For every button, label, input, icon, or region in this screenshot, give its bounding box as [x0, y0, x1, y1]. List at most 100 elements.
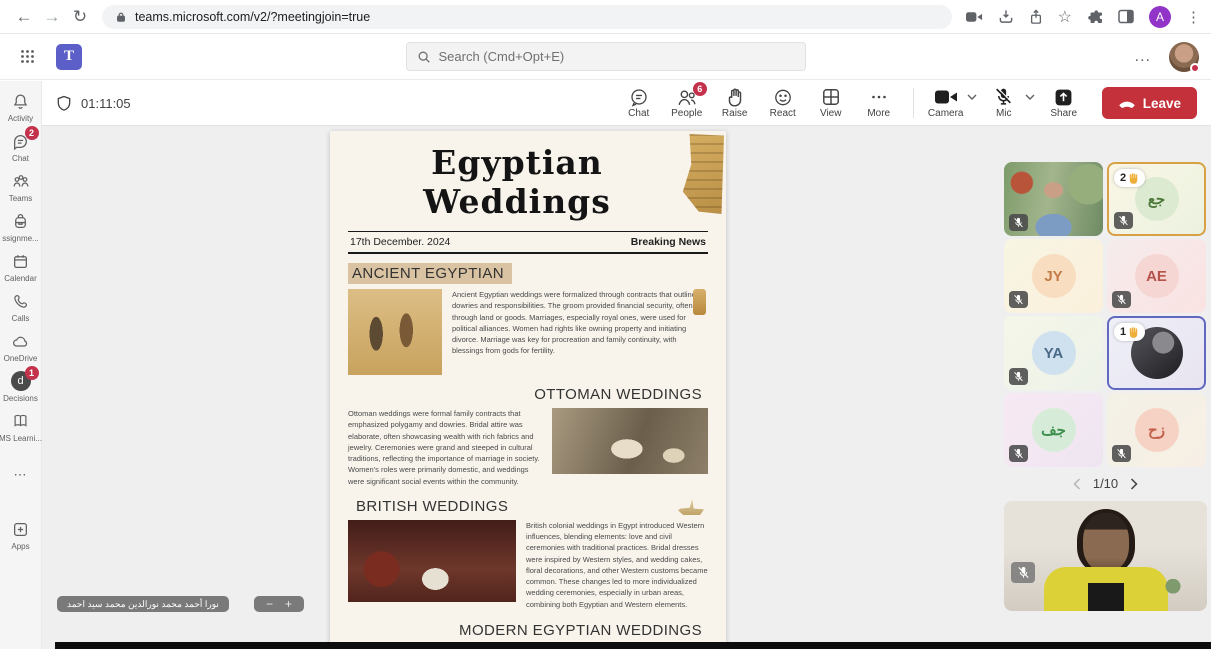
raised-hand-badge: 1 [1114, 323, 1145, 341]
mic-muted-badge [1112, 291, 1131, 308]
address-bar[interactable]: teams.microsoft.com/v2/?meetingjoin=true [102, 5, 952, 29]
browser-reload-button[interactable]: ↻ [66, 3, 94, 31]
view-button[interactable]: View [807, 87, 855, 119]
people-button[interactable]: 6 People [663, 87, 711, 119]
sidebar-item-decisions[interactable]: d 1 Decisions [0, 371, 42, 403]
pager-prev-icon[interactable] [1073, 478, 1081, 490]
sidebar-item-apps[interactable]: Apps [0, 519, 42, 551]
timer-text: 01:11:05 [81, 96, 131, 111]
participant-initials: AE [1135, 254, 1179, 298]
sidebar-item-chat[interactable]: 2 Chat [0, 131, 42, 163]
camera-icon [933, 87, 959, 107]
sidebar-item-calls[interactable]: Calls [0, 291, 42, 323]
lock-icon [115, 10, 127, 24]
shared-presentation: Egyptian Weddings 17th December. 2024 Br… [330, 131, 726, 644]
camera-options-chevron[interactable] [964, 83, 980, 111]
participant-tile-avatar[interactable]: 2 جع [1107, 162, 1206, 236]
app-sidebar: Activity 2 Chat Teams [0, 81, 42, 649]
side-panel-icon[interactable] [1118, 9, 1134, 24]
ancient-egyptian-text: Ancient Egyptian weddings were formalize… [452, 289, 708, 375]
mic-muted-icon [994, 87, 1014, 107]
pager-next-icon[interactable] [1130, 478, 1138, 490]
browser-toolbar: ← → ↻ teams.microsoft.com/v2/?meetingjoi… [0, 0, 1211, 34]
smiley-icon [773, 87, 793, 107]
camera-button[interactable]: Camera [924, 87, 968, 119]
bookmark-star-icon[interactable]: ☆ [1058, 7, 1072, 27]
spotlight-video-tile[interactable] [1004, 501, 1207, 611]
participant-initials: JY [1032, 254, 1076, 298]
participant-initials: YA [1032, 331, 1076, 375]
url-text: teams.microsoft.com/v2/?meetingjoin=true [135, 10, 370, 24]
zoom-out-button[interactable]: − [266, 598, 273, 610]
chat-icon [629, 87, 649, 107]
cloud-icon [11, 331, 31, 351]
leave-button[interactable]: Leave [1102, 87, 1197, 119]
sidebar-item-assignments[interactable]: ssignme... [0, 211, 42, 243]
sidebar-item-activity[interactable]: Activity [0, 91, 42, 123]
ottoman-text: Ottoman weddings were formal family cont… [348, 408, 542, 487]
participant-tile-video[interactable] [1004, 162, 1103, 236]
decisions-icon: d 1 [11, 371, 31, 391]
share-screen-icon [1054, 87, 1074, 107]
presenter-name-label: نورا أحمد محمد نورالدين محمد سيد احمد [57, 596, 229, 612]
chat-bubble-icon: 2 [11, 131, 31, 151]
sidebar-item-ms-learning[interactable]: MS Learni... [0, 411, 42, 443]
more-button[interactable]: More [855, 87, 903, 119]
install-icon[interactable] [998, 9, 1014, 24]
user-avatar[interactable] [1169, 42, 1199, 72]
apps-plus-icon [11, 519, 31, 539]
mic-options-chevron[interactable] [1022, 83, 1038, 111]
raise-hand-icon [725, 87, 745, 107]
react-button[interactable]: React [759, 87, 807, 119]
header-more-icon[interactable]: ... [1135, 48, 1151, 66]
people-badge: 6 [693, 82, 707, 96]
mic-muted-badge [1114, 212, 1133, 229]
sidebar-item-onedrive[interactable]: OneDrive [0, 331, 42, 363]
bell-icon [11, 91, 31, 111]
zoom-in-button[interactable]: + [285, 598, 292, 610]
mic-muted-badge [1011, 562, 1035, 583]
participant-tile-avatar[interactable]: YA [1004, 316, 1103, 390]
tab-camera-icon[interactable] [966, 10, 983, 24]
share-page-icon[interactable] [1029, 9, 1043, 25]
book-icon [11, 411, 31, 431]
participant-initials: زح [1135, 408, 1179, 452]
search-input[interactable] [439, 49, 795, 64]
chat-button[interactable]: Chat [615, 87, 663, 119]
participant-tile-avatar[interactable]: زح [1107, 393, 1206, 467]
mic-muted-badge [1009, 445, 1028, 462]
share-button[interactable]: Share [1040, 87, 1088, 119]
ancient-egyptian-image [348, 289, 442, 375]
teams-logo[interactable]: T [56, 44, 82, 70]
browser-profile-avatar[interactable]: A [1149, 6, 1171, 28]
sidebar-item-calendar[interactable]: Calendar [0, 251, 42, 283]
search-icon [417, 50, 431, 64]
more-dots-icon [869, 87, 889, 107]
raise-hand-button[interactable]: Raise [711, 87, 759, 119]
participant-initials: جف [1032, 408, 1076, 452]
browser-forward-button[interactable]: → [38, 3, 66, 31]
browser-menu-icon[interactable]: ⋮ [1186, 8, 1201, 26]
raised-hand-badge: 2 [1114, 169, 1145, 187]
mic-button[interactable]: Mic [982, 87, 1026, 119]
hangup-icon [1118, 99, 1136, 108]
hieroglyph-figure-graphic [693, 289, 706, 315]
participant-tile-photo[interactable]: 1 [1107, 316, 1206, 390]
sidebar-more-button[interactable]: ⋯ [0, 465, 42, 485]
participant-tile-avatar[interactable]: JY [1004, 239, 1103, 313]
ottoman-image [552, 408, 708, 474]
pager-text: 1/10 [1093, 476, 1118, 491]
participant-tile-avatar[interactable]: جف [1004, 393, 1103, 467]
presence-busy-dot [1190, 63, 1200, 73]
app-launcher-icon[interactable] [12, 42, 42, 72]
extensions-icon[interactable] [1087, 9, 1103, 25]
meeting-timer: 01:11:05 [56, 95, 131, 112]
sidebar-item-teams[interactable]: Teams [0, 171, 42, 203]
participant-tile-avatar[interactable]: AE [1107, 239, 1206, 313]
search-bar[interactable] [406, 42, 806, 71]
teams-header: T ... [0, 34, 1211, 80]
browser-back-button[interactable]: ← [10, 3, 38, 31]
mic-muted-badge [1112, 445, 1131, 462]
shield-icon [56, 95, 72, 112]
slide-date: 17th December. 2024 [350, 236, 450, 248]
